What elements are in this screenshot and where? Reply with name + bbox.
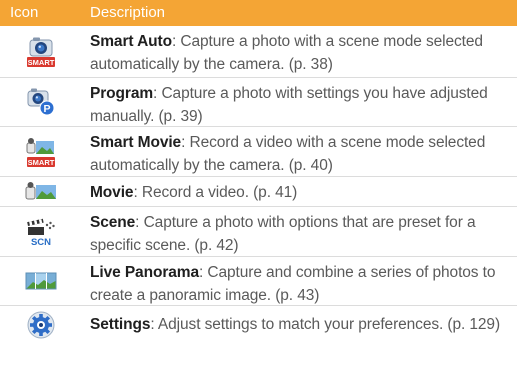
table-row-program: P Program: Capture a photo with settings…: [0, 78, 517, 127]
header-description-column: Description: [90, 4, 166, 21]
settings-icon: [27, 311, 55, 339]
smart-label: SMART: [28, 58, 55, 67]
mode-name: Movie: [90, 184, 134, 201]
mode-description: : Capture a photo with options that are …: [90, 214, 476, 254]
movie-icon: [25, 181, 56, 199]
description-cell: Smart Movie: Record a video with a scene…: [82, 127, 517, 176]
icon-cell: SMART: [0, 26, 82, 77]
scene-icon: SCN: [27, 218, 55, 247]
mode-name: Program: [90, 85, 154, 102]
scn-label: SCN: [31, 237, 51, 247]
smart-label: SMART: [28, 158, 55, 167]
shooting-modes-table: Icon Description SMART Smart Auto: Captu…: [0, 0, 517, 374]
mode-name: Smart Auto: [90, 33, 172, 50]
live-panorama-icon: [25, 272, 57, 290]
description-cell: Scene: Capture a photo with options that…: [82, 207, 517, 256]
mode-name: Smart Movie: [90, 134, 182, 151]
mode-name: Live Panorama: [90, 264, 199, 281]
table-row-smart-movie: SMART Smart Movie: Record a video with a…: [0, 127, 517, 177]
icon-cell: SMART: [0, 127, 82, 176]
icon-cell: [0, 177, 82, 206]
mode-name: Settings: [90, 316, 151, 333]
description-cell: Movie: Record a video. (p. 41): [82, 177, 517, 206]
table-row-live-panorama: Live Panorama: Capture and combine a ser…: [0, 257, 517, 306]
smart-movie-icon: SMART: [26, 137, 55, 167]
description-cell: Smart Auto: Capture a photo with a scene…: [82, 26, 517, 77]
description-cell: Live Panorama: Capture and combine a ser…: [82, 257, 517, 305]
table-row-smart-auto: SMART Smart Auto: Capture a photo with a…: [0, 26, 517, 78]
icon-cell: [0, 257, 82, 305]
icon-cell: P: [0, 78, 82, 126]
header-icon-column: Icon: [10, 4, 39, 21]
program-p-label: P: [43, 103, 50, 115]
mode-name: Scene: [90, 214, 136, 231]
mode-description: : Record a video. (p. 41): [133, 184, 298, 201]
table-row-movie: Movie: Record a video. (p. 41): [0, 177, 517, 207]
smart-auto-icon: SMART: [27, 37, 55, 67]
icon-cell: [0, 306, 82, 374]
description-cell: Settings: Adjust settings to match your …: [82, 306, 517, 374]
description-cell: Program: Capture a photo with settings y…: [82, 78, 517, 126]
icon-cell: SCN: [0, 207, 82, 256]
mode-description: : Adjust settings to match your preferen…: [150, 316, 501, 333]
table-header: Icon Description: [0, 0, 517, 26]
table-row-scene: SCN Scene: Capture a photo with options …: [0, 207, 517, 257]
table-row-settings: Settings: Adjust settings to match your …: [0, 306, 517, 374]
program-icon: P: [27, 88, 55, 116]
